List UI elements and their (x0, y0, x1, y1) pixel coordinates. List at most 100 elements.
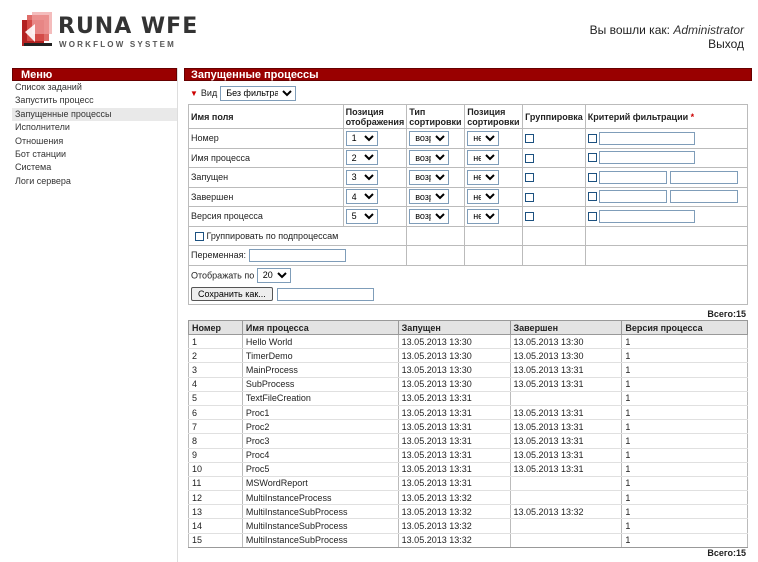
column-header-finished[interactable]: Завершен (509, 320, 623, 335)
logo-subtitle: WORKFLOW SYSTEM (59, 40, 176, 49)
table-row[interactable]: 1 Hello World 13.05.2013 13:30 13.05.2013 1… (188, 334, 748, 350)
sort-type-select[interactable]: возр (409, 189, 450, 205)
grouping-checkbox[interactable] (525, 212, 535, 222)
variable-row: Переменная: (187, 245, 749, 266)
grouping-checkbox[interactable] (525, 192, 535, 202)
table-row[interactable]: 5 TextFileCreation 13.05.2013 13:31 1 (188, 391, 748, 406)
group-subprocess-checkbox[interactable] (195, 231, 204, 241)
filter-criteria-input[interactable] (599, 209, 696, 223)
variable-label: Переменная: (191, 249, 246, 260)
position-select[interactable]: 1 (345, 130, 378, 146)
cell-process-name: MainProcess (241, 362, 399, 378)
table-row[interactable]: 13 MultiInstanceSubProcess 13.05.2013 13:3… (188, 504, 748, 520)
position-select[interactable]: 2 (345, 150, 378, 166)
table-row[interactable]: 2 TimerDemo 13.05.2013 13:30 13.05.2013 13:… (188, 348, 748, 364)
results-body: 1 Hello World 13.05.2013 13:30 13.05.2013 1… (188, 334, 748, 548)
table-row[interactable]: 8 Proc3 13.05.2013 13:31 13.05.2013 13:31 1 (188, 433, 748, 449)
field-name: Запущен (188, 167, 344, 188)
cell-process-name: Proc4 (241, 448, 399, 463)
table-row[interactable]: 14 MultiInstanceSubProcess 13.05.2013 13:3… (188, 518, 748, 534)
position-select[interactable]: 3 (345, 169, 378, 185)
variable-input[interactable] (248, 248, 346, 262)
grouping-checkbox[interactable] (525, 134, 535, 144)
position-select[interactable]: 4 (345, 189, 378, 205)
collapse-triangle-icon[interactable]: ▼ (190, 89, 198, 98)
filter-criteria-input[interactable] (599, 151, 696, 165)
criteria-header-label: Критерий фильтрации (587, 111, 689, 122)
filter-enable-checkbox[interactable] (587, 133, 597, 143)
sort-position-select[interactable]: нет (467, 130, 500, 146)
column-header-number[interactable]: Номер (188, 320, 243, 335)
field-name: Имя процесса (188, 147, 344, 168)
grouping-checkbox[interactable] (525, 173, 535, 183)
table-row[interactable]: 7 Proc2 13.05.2013 13:31 13.05.2013 13:31 1 (188, 419, 748, 435)
filter-date-from-input[interactable] (599, 170, 668, 184)
sort-type-header: Тип сортировки (406, 104, 466, 129)
save-as-button[interactable]: Сохранить как... (191, 286, 273, 301)
column-header-started[interactable]: Запущен (397, 320, 511, 335)
sidebar-item-tasks[interactable]: Список заданий (12, 81, 177, 94)
cell-started: 13.05.2013 13:31 (397, 391, 511, 406)
group-subprocess-label: Группировать по подпроцессам (206, 230, 339, 241)
runa-logo: RUNA WFE WORKFLOW SYSTEM (22, 12, 197, 52)
cell-version: 1 (621, 405, 748, 421)
table-row[interactable]: 3 MainProcess 13.05.2013 13:30 13.05.2013 1… (188, 362, 748, 378)
position-header: Позиция отображения (342, 104, 408, 129)
table-row[interactable]: 9 Proc4 13.05.2013 13:31 13.05.2013 13:31 1 (188, 448, 748, 463)
logout-link[interactable]: Выход (708, 37, 744, 51)
sidebar-item-start-process[interactable]: Запустить процесс (12, 94, 177, 107)
sort-position-select[interactable]: нет (467, 169, 500, 185)
sidebar-item-bot-stations[interactable]: Бот станции (12, 148, 177, 161)
sort-position-select[interactable]: нет (467, 189, 500, 205)
filter-date-from-input[interactable] (599, 190, 668, 204)
column-header-process-name[interactable]: Имя процесса (241, 320, 399, 335)
cell-process-name: MultiInstanceProcess (241, 490, 399, 506)
filter-criteria-input[interactable] (599, 131, 696, 145)
filter-enable-checkbox[interactable] (587, 153, 597, 163)
sidebar-item-system[interactable]: Система (12, 161, 177, 174)
cell-version: 1 (621, 419, 748, 435)
sidebar-item-relations[interactable]: Отношения (12, 135, 177, 148)
filter-row: Завершен 4 возр нет (188, 186, 749, 207)
table-row[interactable]: 12 MultiInstanceProcess 13.05.2013 13:32 1 (188, 490, 748, 506)
cell-finished (509, 391, 623, 406)
page-title: Запущенные процессы (184, 68, 752, 81)
view-select[interactable]: Без фильтра (220, 85, 297, 101)
cell-number: 13 (188, 504, 243, 520)
sort-position-select[interactable]: нет (467, 150, 500, 166)
cell-started: 13.05.2013 13:32 (397, 504, 511, 520)
sort-type-select[interactable]: возр (409, 169, 450, 185)
cell-version: 1 (621, 362, 748, 378)
sidebar-item-running-processes[interactable]: Запущенные процессы (12, 107, 177, 122)
table-row[interactable]: 6 Proc1 13.05.2013 13:31 13.05.2013 13:31 1 (188, 405, 748, 421)
page-size-row: Отображать по 20 (188, 264, 748, 285)
page-size-select[interactable]: 20 (256, 267, 291, 283)
cell-finished (509, 476, 623, 492)
sort-position-select[interactable]: нет (467, 208, 500, 224)
cell-finished (509, 490, 623, 506)
cell-number: 11 (188, 476, 243, 492)
position-select[interactable]: 5 (345, 208, 378, 224)
table-row[interactable]: 15 MultiInstanceSubProcess 13.05.2013 13:3… (188, 533, 748, 548)
cell-started: 13.05.2013 13:30 (397, 377, 511, 392)
table-row[interactable]: 4 SubProcess 13.05.2013 13:30 13.05.2013 13… (188, 377, 748, 392)
save-as-name-input[interactable] (277, 288, 375, 302)
grouping-checkbox[interactable] (525, 153, 535, 163)
filter-enable-checkbox[interactable] (587, 211, 597, 221)
table-row[interactable]: 10 Proc5 13.05.2013 13:31 13.05.2013 13:31 1 (188, 462, 748, 477)
cell-number: 3 (188, 362, 243, 378)
cell-finished: 13.05.2013 13:31 (509, 405, 623, 421)
filter-enable-checkbox[interactable] (587, 192, 597, 202)
sort-type-select[interactable]: возр (409, 150, 450, 166)
results-header-row: Номер Имя процесса Запущен Завершен Верс… (188, 320, 748, 335)
table-row[interactable]: 11 MSWordReport 13.05.2013 13:31 1 (188, 476, 748, 492)
column-header-version[interactable]: Версия процесса (621, 320, 748, 335)
sort-type-select[interactable]: возр (409, 130, 450, 146)
sidebar-item-server-logs[interactable]: Логи сервера (12, 175, 177, 188)
cell-number: 1 (188, 334, 243, 350)
filter-enable-checkbox[interactable] (587, 172, 597, 182)
filter-date-to-input[interactable] (669, 190, 738, 204)
filter-date-to-input[interactable] (669, 170, 738, 184)
sort-type-select[interactable]: возр (409, 208, 450, 224)
sidebar-item-executors[interactable]: Исполнители (12, 121, 177, 134)
